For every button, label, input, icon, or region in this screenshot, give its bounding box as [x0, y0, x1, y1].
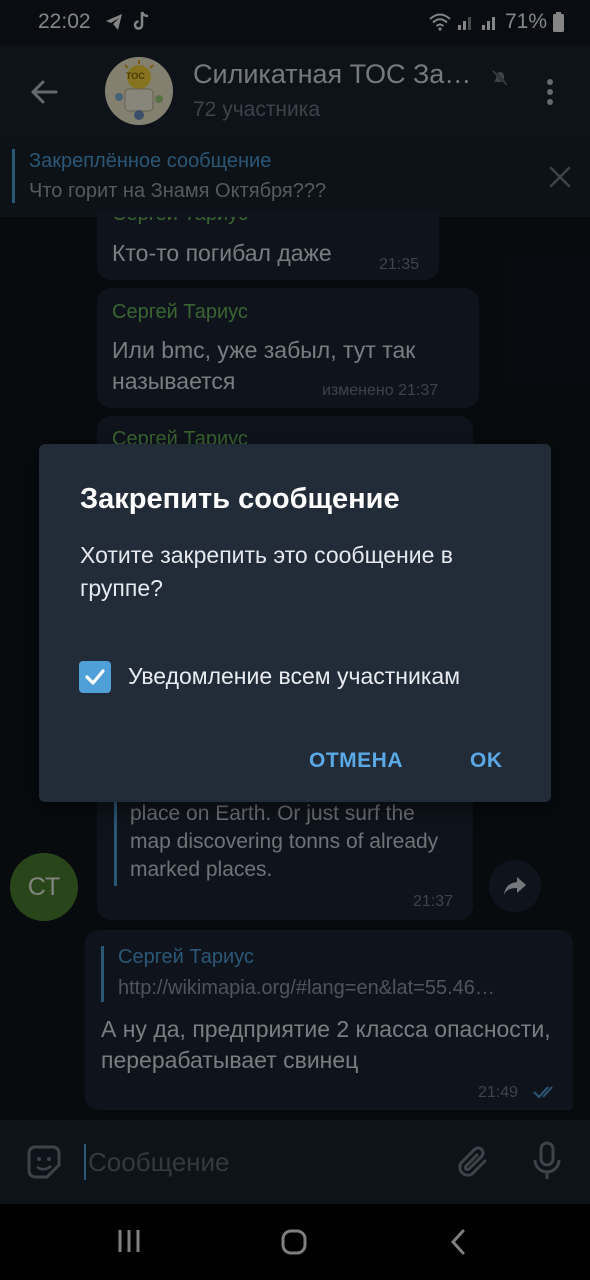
notify-all-label[interactable]: Уведомление всем участникам: [128, 663, 460, 690]
checkmark-icon: [85, 669, 105, 685]
cancel-button[interactable]: ОТМЕНА: [309, 749, 403, 773]
dialog-title: Закрепить сообщение: [80, 483, 400, 515]
ok-button[interactable]: OK: [470, 749, 503, 773]
dialog-message: Хотите закрепить это сообщение в группе?: [80, 542, 454, 601]
notify-all-checkbox[interactable]: [79, 661, 111, 693]
